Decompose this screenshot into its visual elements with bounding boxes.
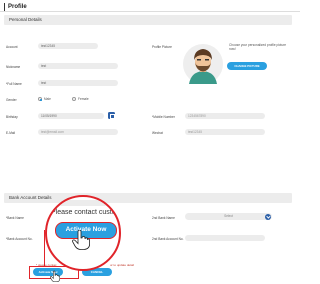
mobile-label: *Mobile Number [152, 115, 175, 119]
profile-picture-hint: Choose your personalized profile picture… [229, 43, 287, 51]
personal-details-title: Personal Details [9, 17, 42, 22]
email-label: E-Mail [6, 131, 16, 135]
header-divider [0, 11, 300, 12]
profile-picture-label: Profile Picture [152, 45, 172, 49]
title-accent-rule [4, 3, 5, 11]
fullname-label: *Full Name [6, 82, 22, 86]
gender-male-label: Male [44, 97, 51, 101]
bank2-select[interactable]: Select [185, 213, 272, 220]
calendar-icon[interactable] [108, 112, 116, 119]
bank-details-title: Bank Account Details [9, 195, 52, 200]
radio-unselected-icon [72, 97, 76, 101]
zoom-callout: Please contact custo Activate Now [45, 195, 121, 271]
mobile-input[interactable]: 1234567890 [185, 113, 265, 119]
bank2-select-value: Select [224, 214, 233, 218]
account-field: test12345 [38, 43, 98, 49]
zoom-contact-text: Please contact custo [51, 209, 116, 216]
zoom-background-field [47, 200, 119, 206]
personal-details-header: Personal Details [4, 15, 292, 25]
nickname-input[interactable]: test [38, 63, 118, 69]
birthday-label: Birthday [6, 115, 18, 119]
bank-account-label: *Bank Account No. [6, 237, 33, 241]
account-label: Account [6, 45, 18, 49]
email-input[interactable]: test@email.com [38, 129, 118, 135]
bank2-account-input[interactable] [185, 235, 265, 241]
update-note: ur to update detail [110, 263, 135, 267]
nickname-label: Nickname [6, 65, 21, 69]
change-picture-button[interactable]: CHANGE PICTURE [227, 62, 267, 70]
birthday-input[interactable]: 11/05/1990 [38, 113, 104, 119]
title-bar: Profile [4, 3, 27, 11]
avatar [183, 44, 223, 84]
chevron-down-icon [265, 213, 271, 220]
cursor-hand-icon [50, 270, 60, 283]
gender-male-radio[interactable]: Male [38, 97, 51, 101]
gender-label: Gender [6, 98, 17, 102]
bank2-account-label: 2nd Bank Account No. [152, 237, 184, 241]
page-title: Profile [8, 4, 27, 10]
gender-female-radio[interactable]: Female [72, 97, 89, 101]
radio-selected-icon [38, 97, 42, 101]
wechat-label: Wechat [152, 131, 163, 135]
bank2-name-label: 2nd Bank Name [152, 216, 175, 220]
wechat-input[interactable]: test12345 [185, 129, 265, 135]
fullname-input[interactable]: test [38, 80, 118, 86]
bank-name-label: *Bank Name [6, 216, 24, 220]
gender-female-label: Female [78, 97, 89, 101]
hand-pointer-icon [72, 230, 90, 250]
